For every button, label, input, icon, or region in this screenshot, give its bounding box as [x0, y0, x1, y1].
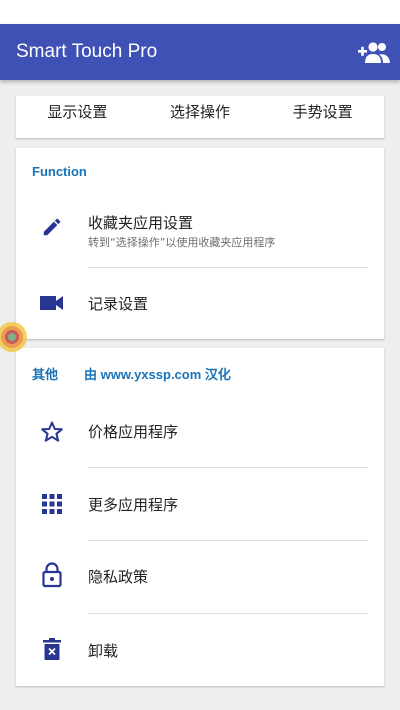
person-add-icon: [358, 42, 390, 63]
record-settings-title: 记录设置: [88, 295, 149, 313]
tab-bar: 显示设置 选择操作 手势设置: [16, 96, 384, 138]
star-icon: [38, 418, 66, 446]
favorites-settings-subtitle: 转到“选择操作”以使用收藏夹应用程序: [88, 236, 276, 249]
tab-gesture-settings[interactable]: 手势设置: [261, 96, 384, 138]
rate-app-item[interactable]: 价格应用程序: [16, 396, 384, 468]
apps-grid-icon: [38, 490, 66, 518]
more-apps-item[interactable]: 更多应用程序: [16, 468, 384, 540]
privacy-policy-title: 隐私政策: [88, 568, 149, 586]
more-apps-title: 更多应用程序: [88, 496, 179, 514]
other-section-header: 其他: [32, 367, 59, 382]
record-settings-item[interactable]: 记录设置: [16, 268, 384, 338]
function-card: Function 收藏夹应用设置 转到“选择操作”以使用收藏夹应用程序 记录设置: [16, 148, 384, 339]
translation-credit: 由 www.yxssp.com 汉化: [84, 367, 231, 382]
add-user-button[interactable]: [358, 38, 390, 66]
wifi-icon: [343, 5, 360, 17]
favorites-settings-title: 收藏夹应用设置: [88, 214, 194, 232]
trash-icon: [38, 635, 66, 663]
uninstall-item[interactable]: 卸载: [16, 614, 384, 686]
tab-select-action[interactable]: 选择操作: [139, 96, 262, 138]
videocam-icon: [38, 289, 66, 317]
lock-icon: [38, 561, 66, 589]
status-time: 9:43: [365, 4, 392, 18]
rate-app-title: 价格应用程序: [88, 423, 179, 441]
privacy-policy-item[interactable]: 隐私政策: [16, 541, 384, 613]
uninstall-title: 卸载: [88, 642, 119, 660]
status-bar: 9:43: [0, 0, 400, 24]
function-section-header: Function: [32, 164, 87, 179]
tab-display-settings[interactable]: 显示设置: [16, 96, 139, 138]
app-title: Smart Touch Pro: [16, 41, 158, 62]
app-bar: Smart Touch Pro: [0, 24, 400, 80]
other-card: 其他 由 www.yxssp.com 汉化 价格应用程序 更多应用程序 隐私政策…: [16, 348, 384, 686]
pencil-icon: [38, 213, 66, 241]
favorites-settings-item[interactable]: 收藏夹应用设置 转到“选择操作”以使用收藏夹应用程序: [16, 198, 384, 268]
floating-touch-button[interactable]: [0, 321, 28, 353]
